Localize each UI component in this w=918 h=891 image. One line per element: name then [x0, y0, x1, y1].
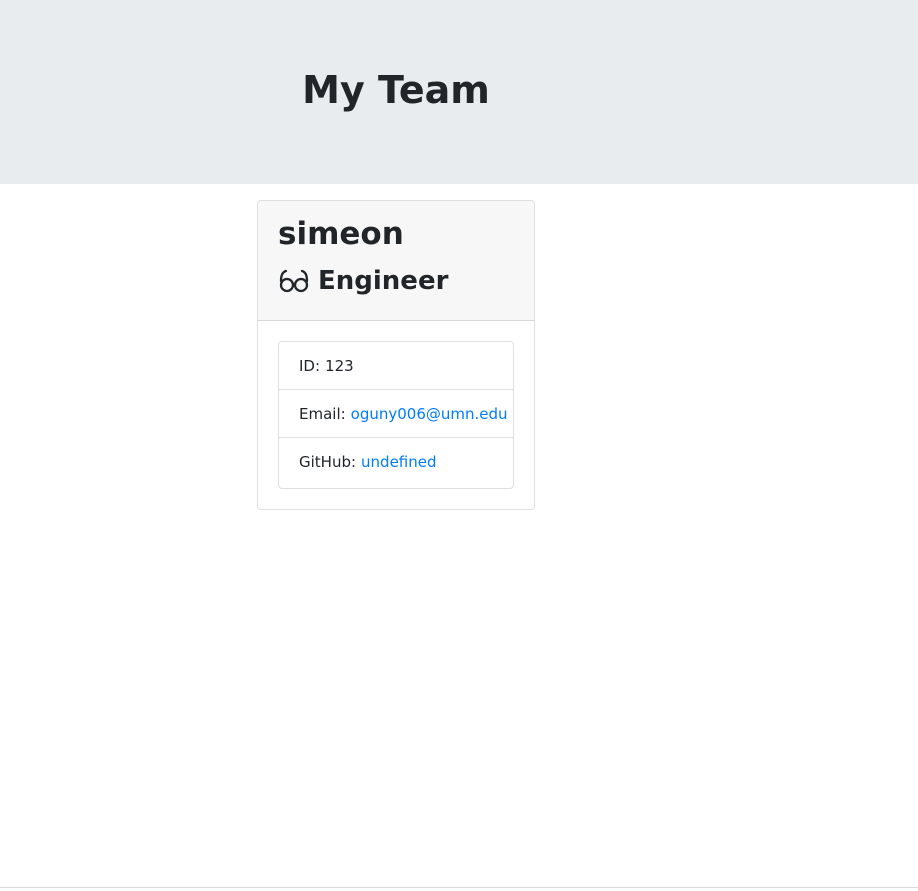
glasses-icon [278, 268, 310, 294]
employee-email-label: Email: [299, 404, 346, 423]
employee-card: simeon Engineer ID: 123 Email: oguny006@… [257, 200, 535, 510]
employee-id-value: 123 [325, 356, 354, 375]
employee-email-link[interactable]: oguny006@umn.edu [351, 405, 508, 423]
page-bottom-rule [0, 887, 918, 888]
page-title: My Team [302, 68, 490, 112]
employee-id-label: ID: [299, 356, 321, 375]
employee-github-label: GitHub: [299, 453, 357, 471]
employee-id-item: ID: 123 [279, 342, 513, 390]
employee-details-list: ID: 123 Email: oguny006@umn.edu GitHub: … [278, 341, 514, 489]
employee-role: Engineer [278, 263, 448, 299]
employee-github-item: GitHub: undefined [279, 438, 513, 486]
card-header: simeon Engineer [258, 201, 534, 321]
employee-email-item: Email: oguny006@umn.edu [279, 390, 513, 438]
employee-role-label: Engineer [318, 266, 449, 296]
header-banner: My Team [0, 0, 918, 184]
employee-name: simeon [278, 216, 404, 252]
employee-github-link[interactable]: undefined [361, 453, 436, 471]
